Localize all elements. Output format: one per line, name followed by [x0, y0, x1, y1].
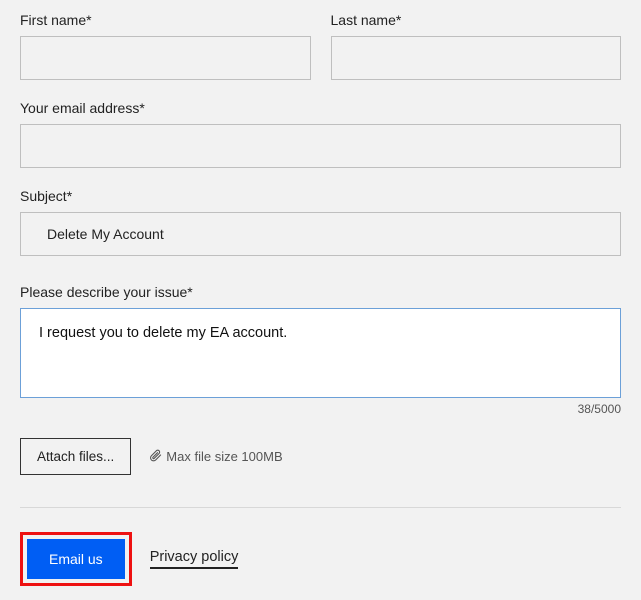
- description-label: Please describe your issue*: [20, 284, 621, 300]
- paperclip-icon: [149, 449, 162, 465]
- last-name-input[interactable]: [331, 36, 622, 80]
- email-label: Your email address*: [20, 100, 621, 116]
- description-textarea[interactable]: [20, 308, 621, 398]
- first-name-label: First name*: [20, 12, 311, 28]
- attach-files-button[interactable]: Attach files...: [20, 438, 131, 475]
- subject-input[interactable]: [20, 212, 621, 256]
- email-us-button[interactable]: Email us: [27, 539, 125, 579]
- submit-highlight: Email us: [20, 532, 132, 586]
- description-counter: 38/5000: [20, 402, 621, 416]
- email-input[interactable]: [20, 124, 621, 168]
- last-name-label: Last name*: [331, 12, 622, 28]
- max-file-size-text: Max file size 100MB: [166, 449, 282, 464]
- first-name-input[interactable]: [20, 36, 311, 80]
- max-file-size-note: Max file size 100MB: [149, 449, 282, 465]
- subject-label: Subject*: [20, 188, 621, 204]
- divider: [20, 507, 621, 508]
- privacy-policy-link[interactable]: Privacy policy: [150, 549, 239, 569]
